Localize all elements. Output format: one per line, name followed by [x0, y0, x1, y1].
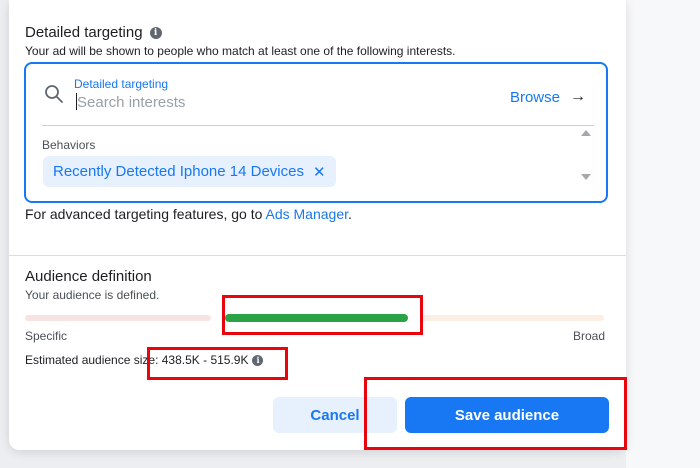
divider — [42, 125, 594, 126]
meter-track-specific — [25, 315, 211, 321]
annotation-box-estimate — [147, 347, 288, 380]
search-field-label: Detailed targeting — [74, 77, 169, 91]
audience-definition-status: Your audience is defined. — [25, 288, 160, 302]
detailed-targeting-title: Detailed targeting — [25, 24, 143, 41]
info-icon[interactable]: i — [149, 26, 162, 39]
browse-label: Browse — [509, 88, 560, 106]
advanced-text: For advanced targeting features, go to — [25, 206, 266, 222]
browse-button[interactable]: Browse → — [510, 88, 586, 106]
broad-label: Broad — [572, 329, 605, 343]
chip-label: Recently Detected Iphone 14 Devices — [53, 163, 304, 180]
text-cursor — [76, 93, 77, 110]
close-icon[interactable]: ✕ — [313, 163, 326, 181]
detailed-targeting-description: Your ad will be shown to people who matc… — [25, 44, 456, 58]
scroll-up-icon[interactable] — [581, 130, 591, 136]
selected-interest-chip[interactable]: Recently Detected Iphone 14 Devices ✕ — [43, 156, 336, 187]
section-divider — [9, 255, 626, 256]
search-icon — [45, 85, 63, 103]
annotation-box-meter — [222, 295, 423, 335]
advanced-suffix: . — [348, 206, 352, 222]
detailed-targeting-box: Detailed targeting Browse → Behaviors Re… — [24, 62, 608, 203]
page-backdrop — [626, 0, 700, 468]
search-interests-input[interactable] — [77, 92, 417, 112]
audience-definition-title: Audience definition — [25, 268, 152, 285]
advanced-targeting-note: For advanced targeting features, go to A… — [25, 206, 352, 222]
scroll-down-icon[interactable] — [581, 174, 591, 180]
behaviors-label: Behaviors — [42, 138, 96, 152]
arrow-right-icon: → — [570, 88, 586, 105]
selection-scrollbar[interactable] — [578, 126, 594, 190]
annotation-box-save — [364, 377, 627, 450]
specific-label: Specific — [25, 329, 68, 343]
detailed-targeting-heading: Detailed targeting i — [25, 24, 162, 41]
ads-manager-link[interactable]: Ads Manager — [266, 206, 349, 222]
meter-track-broad — [421, 315, 604, 321]
